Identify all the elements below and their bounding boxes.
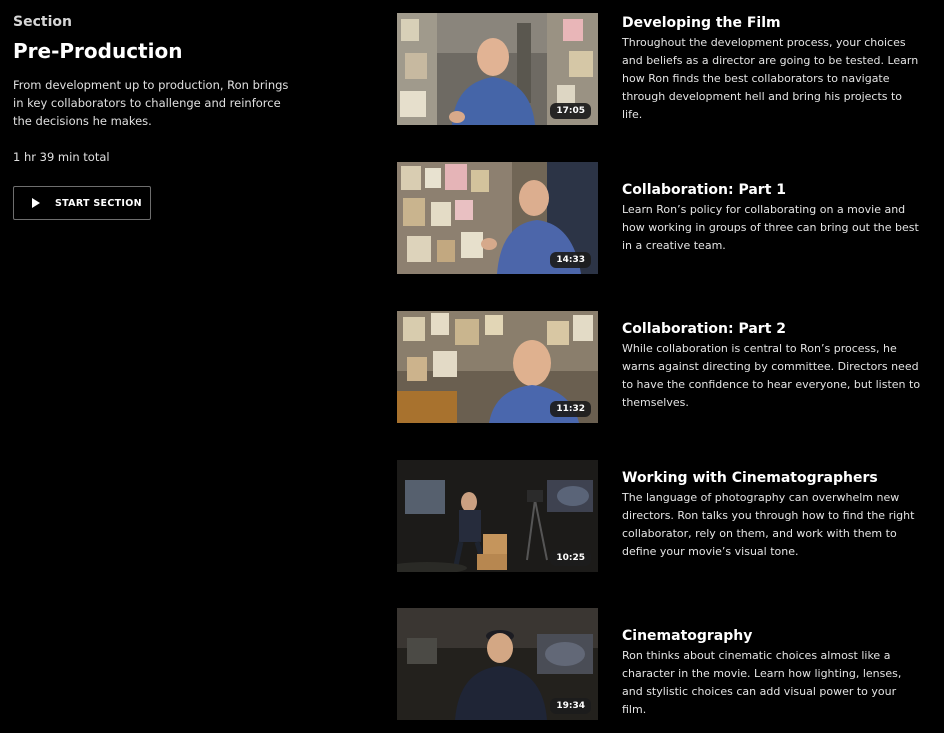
lesson-duration: 14:33: [550, 252, 591, 268]
lesson-item[interactable]: 11:32 Collaboration: Part 2 While collab…: [397, 311, 927, 423]
lesson-text: Cinematography Ron thinks about cinemati…: [622, 626, 922, 719]
lesson-thumbnail[interactable]: 14:33: [397, 162, 598, 274]
play-icon: [32, 198, 40, 208]
lesson-description: Learn Ron’s policy for collaborating on …: [622, 203, 919, 252]
lesson-item[interactable]: 10:25 Working with Cinematographers The …: [397, 460, 927, 572]
lesson-duration: 11:32: [550, 401, 591, 417]
lesson-description: Throughout the development process, your…: [622, 36, 919, 121]
lesson-duration: 19:34: [550, 698, 591, 714]
section-eyebrow: Section: [13, 14, 72, 30]
lesson-thumbnail[interactable]: 19:34: [397, 608, 598, 720]
lesson-title[interactable]: Cinematography: [622, 626, 922, 646]
lesson-thumbnail[interactable]: 10:25: [397, 460, 598, 572]
lesson-thumbnail[interactable]: 17:05: [397, 13, 598, 125]
lesson-text: Working with Cinematographers The langua…: [622, 468, 922, 561]
lesson-text: Collaboration: Part 1 Learn Ron’s policy…: [622, 180, 922, 255]
lesson-description: The language of photography can overwhel…: [622, 491, 915, 558]
lesson-title[interactable]: Developing the Film: [622, 13, 922, 33]
section-description: From development up to production, Ron b…: [13, 78, 289, 128]
lesson-title[interactable]: Collaboration: Part 1: [622, 180, 922, 200]
lesson-thumbnail[interactable]: 11:32: [397, 311, 598, 423]
lesson-title[interactable]: Collaboration: Part 2: [622, 319, 922, 339]
lesson-text: Collaboration: Part 2 While collaboratio…: [622, 319, 922, 412]
lesson-description: While collaboration is central to Ron’s …: [622, 342, 921, 409]
lesson-duration: 17:05: [550, 103, 591, 119]
section-total-duration: 1 hr 39 min total: [13, 150, 110, 164]
lesson-item[interactable]: 14:33 Collaboration: Part 1 Learn Ron’s …: [397, 162, 927, 274]
lesson-text: Developing the Film Throughout the devel…: [622, 13, 922, 124]
course-section-page: Section Pre-Production From development …: [0, 0, 944, 733]
lesson-item[interactable]: 19:34 Cinematography Ron thinks about ci…: [397, 608, 927, 720]
lesson-item[interactable]: 17:05 Developing the Film Throughout the…: [397, 13, 927, 125]
start-section-label: START SECTION: [55, 197, 142, 209]
lesson-title[interactable]: Working with Cinematographers: [622, 468, 922, 488]
section-title: Pre-Production: [13, 39, 183, 63]
lesson-duration: 10:25: [550, 550, 591, 566]
lesson-description: Ron thinks about cinematic choices almos…: [622, 649, 902, 716]
start-section-button[interactable]: START SECTION: [13, 186, 151, 220]
section-panel: Section Pre-Production From development …: [13, 12, 303, 220]
